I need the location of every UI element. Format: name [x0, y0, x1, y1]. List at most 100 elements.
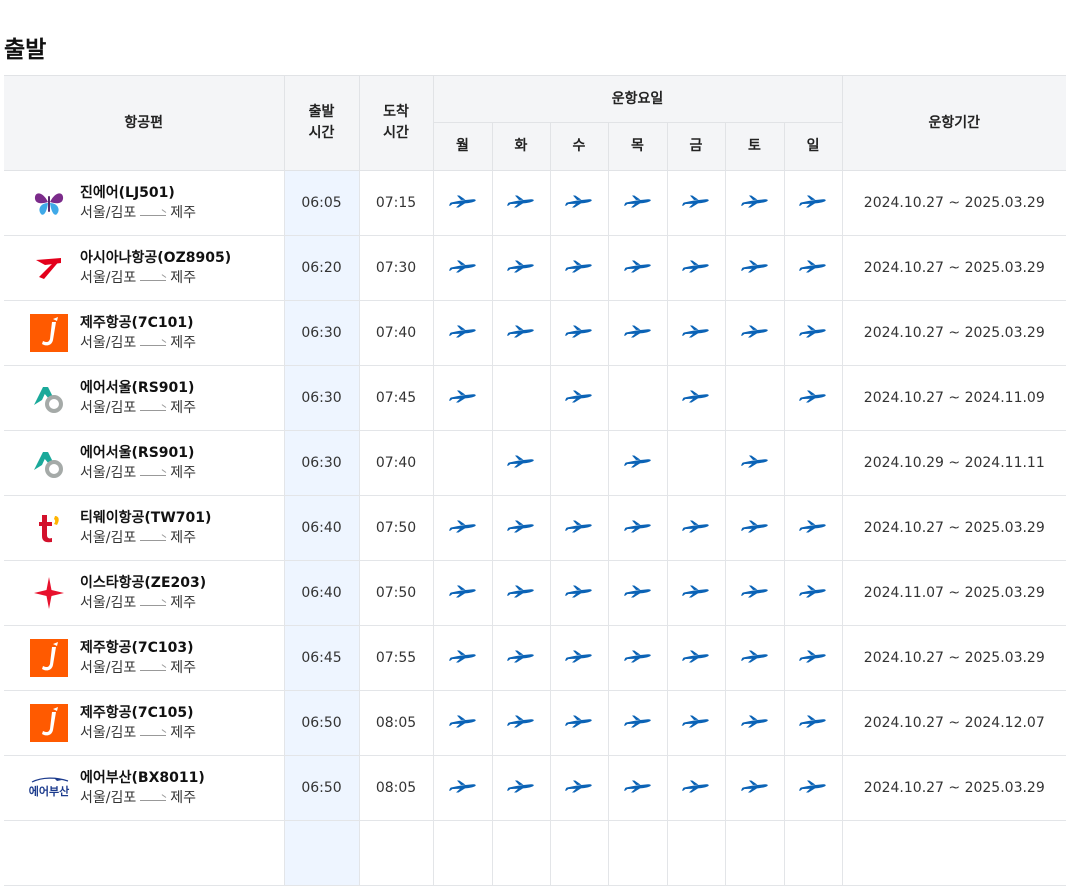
airplane-icon: [682, 323, 710, 339]
route-destination: 제주: [170, 335, 197, 351]
route-destination: 제주: [170, 725, 197, 741]
flight-route: 서울/김포 제주: [80, 203, 196, 223]
arrow-right-icon: [140, 799, 167, 801]
flight-cell: [4, 820, 285, 886]
route-origin: 서울/김포: [80, 725, 137, 741]
day-cell-fri: [666, 300, 726, 366]
day-cell-mon: [432, 430, 493, 496]
jinair-logo: [24, 183, 74, 223]
tway-logo: [24, 508, 74, 548]
operating-period: 2024.10.27 ~ 2025.03.29: [841, 170, 1067, 236]
day-cell-mon: [432, 300, 493, 366]
flight-info: 에어서울(RS901) 서울/김포 제주: [4, 431, 284, 495]
table-row: 아시아나항공(OZ8905) 서울/김포 제주 06:20 07:30 2024.10.2…: [4, 235, 1067, 301]
day-cell-fri: [666, 690, 726, 756]
table-row: 진에어(LJ501) 서울/김포 제주 06:05 07:15 2024.10.27 ~ …: [4, 170, 1067, 236]
airseoul-logo: [24, 443, 74, 483]
header-operating-period: 운항기간: [841, 75, 1067, 171]
arrival-time: 07:50: [358, 495, 434, 561]
departure-time: 06:40: [283, 495, 360, 561]
day-cell-sat: [724, 300, 785, 366]
day-cell-wed: [549, 430, 609, 496]
day-cell-thu: [607, 560, 668, 626]
day-cell-tue: [491, 235, 551, 301]
airplane-icon: [448, 518, 477, 534]
flight-name: 에어서울(RS901): [80, 380, 195, 396]
arrival-time: 07:50: [358, 560, 434, 626]
airplane-icon: [682, 193, 710, 209]
flight-name: 이스타항공(ZE203): [80, 575, 207, 591]
flight-info: 제주항공(7C103) 서울/김포 제주: [4, 626, 284, 690]
airplane-icon: [565, 583, 593, 599]
departure-time: 06:50: [283, 755, 360, 821]
airplane-icon: [448, 713, 477, 729]
operating-period: 2024.10.27 ~ 2024.12.07: [841, 690, 1067, 756]
airplane-icon: [565, 778, 593, 794]
table-row: 에어서울(RS901) 서울/김포 제주 06:30 07:40 2024.10.29 ~…: [4, 430, 1067, 496]
day-cell-sun: [783, 430, 843, 496]
airplane-icon: [740, 323, 769, 339]
day-cell-mon: [432, 625, 493, 691]
airplane-icon: [740, 648, 769, 664]
flight-info: 아시아나항공(OZ8905) 서울/김포 제주: [4, 236, 284, 300]
flight-route: 서울/김포 제주: [80, 528, 211, 548]
header-departure-line1: 출발: [308, 104, 335, 120]
day-cell-fri: [666, 495, 726, 561]
airplane-icon: [507, 323, 535, 339]
flight-cell: 제주항공(7C101) 서울/김포 제주: [4, 300, 285, 366]
day-cell-sat: [724, 820, 785, 886]
day-cell-fri: [666, 235, 726, 301]
day-cell-thu: [607, 755, 668, 821]
flight-name: 에어서울(RS901): [80, 445, 195, 461]
arrival-time: 07:40: [358, 300, 434, 366]
flight-info: 이스타항공(ZE203) 서울/김포 제주: [4, 561, 284, 625]
day-cell-tue: [491, 820, 551, 886]
airplane-icon: [565, 648, 593, 664]
operating-period: 2024.10.29 ~ 2024.11.11: [841, 430, 1067, 496]
departure-time: 06:30: [283, 365, 360, 431]
header-day-thu: 목: [607, 122, 668, 171]
day-cell-sun: [783, 170, 843, 236]
arrival-time: 08:05: [358, 690, 434, 756]
route-origin: 서울/김포: [80, 595, 137, 611]
day-cell-fri: [666, 560, 726, 626]
day-cell-sat: [724, 560, 785, 626]
flight-info: 제주항공(7C105) 서울/김포 제주: [4, 691, 284, 755]
airplane-icon: [799, 193, 827, 209]
arrival-time: 07:30: [358, 235, 434, 301]
day-cell-wed: [549, 495, 609, 561]
header-arrival-line1: 도착: [383, 104, 409, 120]
day-cell-thu: [607, 495, 668, 561]
airplane-icon: [623, 583, 652, 599]
airplane-icon: [507, 648, 535, 664]
airplane-icon: [507, 778, 535, 794]
route-origin: 서울/김포: [80, 335, 137, 351]
airplane-icon: [448, 323, 477, 339]
flight-route: 서울/김포 제주: [80, 268, 231, 288]
day-cell-wed: [549, 755, 609, 821]
flight-info: 티웨이항공(TW701) 서울/김포 제주: [4, 496, 284, 560]
flight-route: 서울/김포 제주: [80, 593, 206, 613]
day-cell-wed: [549, 235, 609, 301]
airplane-icon: [448, 648, 477, 664]
svg-text:에어부산: 에어부산: [29, 784, 69, 798]
airplane-icon: [740, 453, 769, 469]
flight-cell: 제주항공(7C105) 서울/김포 제주: [4, 690, 285, 756]
airplane-icon: [740, 258, 769, 274]
airplane-icon: [799, 258, 827, 274]
airseoul-logo: [24, 378, 74, 418]
day-cell-sun: [783, 365, 843, 431]
flight-name: 진에어(LJ501): [80, 185, 175, 201]
flight-cell: 제주항공(7C103) 서울/김포 제주: [4, 625, 285, 691]
arrow-right-icon: [140, 734, 167, 736]
day-cell-sat: [724, 755, 785, 821]
departure-time: 06:30: [283, 300, 360, 366]
flight-route: 서울/김포 제주: [80, 658, 196, 678]
airplane-icon: [682, 388, 710, 404]
departure-time: 06:20: [283, 235, 360, 301]
day-cell-sat: [724, 235, 785, 301]
asiana-logo: [24, 248, 74, 288]
airplane-icon: [565, 258, 593, 274]
flight-cell: 티웨이항공(TW701) 서울/김포 제주: [4, 495, 285, 561]
day-cell-mon: [432, 690, 493, 756]
